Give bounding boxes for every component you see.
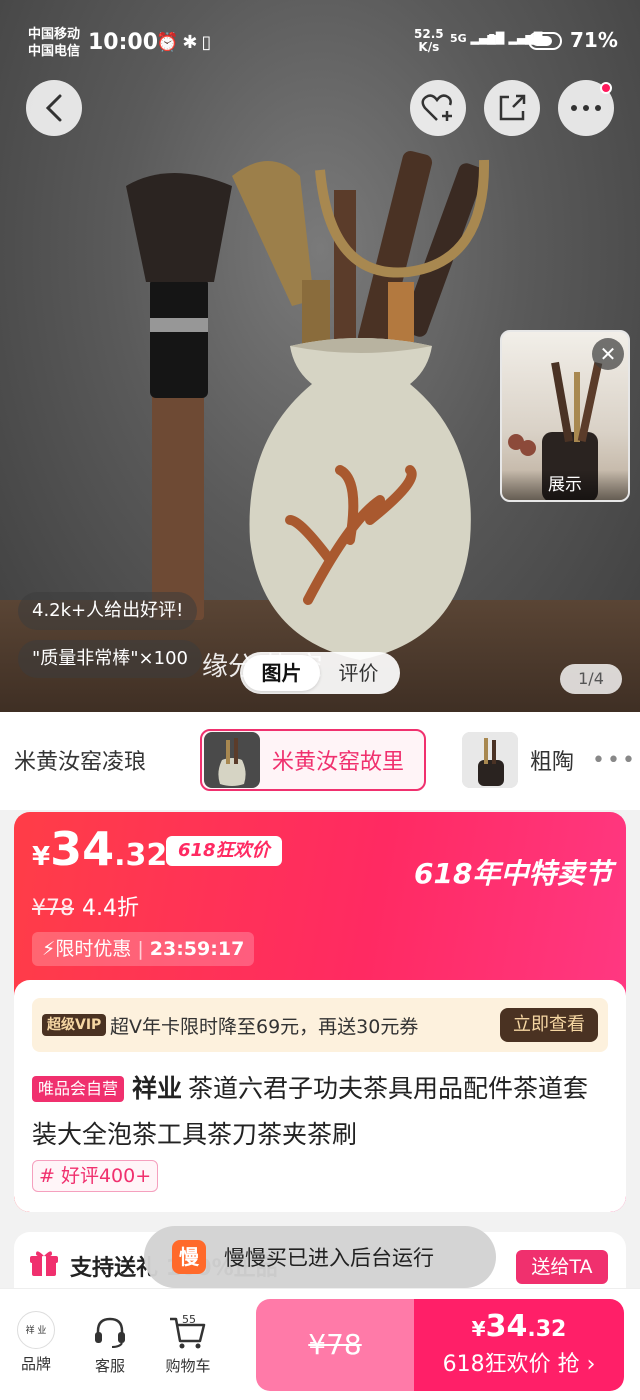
network-speed: 52.5 K/s xyxy=(414,28,444,54)
countdown-timer: 23:59:17 xyxy=(149,938,245,960)
vip-view-button[interactable]: 立即查看 xyxy=(500,1008,598,1042)
gift-icon xyxy=(30,1251,58,1276)
battery-icon xyxy=(528,32,562,50)
background-toast: 慢 慢慢买已进入后台运行 xyxy=(144,1226,496,1288)
back-arrow-icon xyxy=(45,94,62,122)
sale-price: ¥34.32 xyxy=(32,822,168,876)
send-gift-button[interactable]: 送给TA xyxy=(516,1250,608,1284)
customer-service-button[interactable]: 客服 xyxy=(80,1315,140,1376)
carrier-names: 中国移动 中国电信 xyxy=(28,26,80,60)
review-tag[interactable]: # 好评400+ xyxy=(32,1160,159,1192)
variant-label: 米黄汝窑凌琅 xyxy=(14,750,147,775)
app-icon: 慢 xyxy=(172,1240,206,1274)
more-variants-icon[interactable]: ••• xyxy=(592,748,637,773)
variant-option[interactable]: 米黄汝窑凌琅 xyxy=(14,729,146,791)
buy-button-group: ¥78 ¥34.32 618狂欢价 抢 › xyxy=(256,1299,624,1391)
product-image-gallery[interactable]: 中国移动 中国电信 10:00 ⏰✱▯ 52.5 K/s 5G ▂▄▆█ 5G … xyxy=(0,0,640,712)
limited-offer-badge: ⚡限时优惠 | 23:59:17 xyxy=(32,932,255,966)
carrier-1: 中国移动 xyxy=(28,27,81,42)
toast-text: 慢慢买已进入后台运行 xyxy=(224,1246,434,1270)
tab-images[interactable]: 图片 xyxy=(243,655,320,691)
variant-selector: 米黄汝窑凌琅 米黄汝窑故里 粗陶 ••• xyxy=(0,712,640,810)
net-speed-unit: K/s xyxy=(418,40,440,54)
brand-logo: 祥 业 xyxy=(17,1311,55,1349)
discount-label: 4.4折 xyxy=(82,896,139,921)
review-quote-bubble: "质量非常棒"×100 xyxy=(18,640,202,678)
vip-banner[interactable]: 超级VIP 超V年卡限时降至69元，再送30元券 立即查看 xyxy=(32,998,608,1052)
share-icon xyxy=(499,94,526,121)
brand-name[interactable]: 祥业 xyxy=(132,1074,182,1103)
buy-price: ¥34.32 xyxy=(471,1309,567,1344)
carrier-2: 中国电信 xyxy=(28,44,81,59)
cart-button[interactable]: 55 购物车 xyxy=(158,1313,218,1376)
bottom-bar: 祥 业 品牌 客服 55 购物车 ¥78 ¥34.32 618狂欢价 抢 › xyxy=(0,1288,640,1400)
product-title: 唯品会自营 祥业 茶道六君子功夫茶具用品配件茶道套装大全泡茶工具茶刀茶夹茶刷 xyxy=(32,1066,608,1158)
original-price: ¥78 xyxy=(32,896,74,921)
original-price-button[interactable]: ¥78 xyxy=(256,1299,414,1391)
product-info: 超级VIP 超V年卡限时降至69元，再送30元券 立即查看 唯品会自营 祥业 茶道六… xyxy=(14,980,626,1212)
battery-percent: 71% xyxy=(570,28,618,52)
video-preview[interactable]: ✕ 展示 xyxy=(500,330,630,502)
variant-option[interactable]: 粗陶 xyxy=(462,729,574,791)
bluetooth-icon: ✱ xyxy=(182,32,202,53)
variant-label: 米黄汝窑故里 xyxy=(272,750,405,775)
variant-label: 粗陶 xyxy=(530,750,575,775)
heart-plus-icon xyxy=(421,94,452,121)
festival-price-tag: 618狂欢价 xyxy=(166,836,282,866)
original-price-row: ¥78 4.4折 xyxy=(32,890,139,922)
price-card: ¥34.32 618狂欢价 618年中特卖节 ¥78 4.4折 ⚡限时优惠 | 23:… xyxy=(14,812,626,1212)
vip-text: 超V年卡限时降至69元，再送30元券 xyxy=(110,1016,419,1038)
notification-dot xyxy=(600,82,612,94)
vibrate-icon: ▯ xyxy=(201,32,216,53)
alarm-icon: ⏰ xyxy=(156,32,183,53)
buy-label: 618狂欢价 抢 › xyxy=(442,1352,596,1377)
brand-button[interactable]: 祥 业 品牌 xyxy=(6,1311,66,1374)
store-tag: 唯品会自营 xyxy=(32,1076,125,1102)
more-button[interactable] xyxy=(558,80,614,136)
festival-title: 618年中特卖节 xyxy=(414,857,613,890)
clock: 10:00 xyxy=(88,30,159,55)
media-tabs: 图片 评价 xyxy=(240,652,400,694)
tab-reviews[interactable]: 评价 xyxy=(320,655,397,691)
lightning-icon: ⚡ xyxy=(42,938,56,960)
cart-label: 购物车 xyxy=(165,1357,211,1375)
close-icon[interactable]: ✕ xyxy=(592,338,624,370)
status-icons: ⏰✱▯ xyxy=(156,32,215,53)
variant-thumbnail xyxy=(204,732,260,788)
variant-option-selected[interactable]: 米黄汝窑故里 xyxy=(200,729,427,791)
buy-now-button[interactable]: ¥34.32 618狂欢价 抢 › xyxy=(414,1299,624,1391)
status-bar: 中国移动 中国电信 10:00 ⏰✱▯ 52.5 K/s 5G ▂▄▆█ 5G … xyxy=(0,20,640,66)
share-button[interactable] xyxy=(484,80,540,136)
more-dots-icon xyxy=(571,105,601,111)
variant-thumbnail xyxy=(462,732,518,788)
inset-label: 展示 xyxy=(502,470,628,500)
vip-badge: 超级VIP xyxy=(42,1014,107,1036)
headset-icon xyxy=(95,1317,125,1348)
image-counter: 1/4 xyxy=(560,664,622,694)
brand-label: 品牌 xyxy=(20,1355,51,1373)
cart-count: 55 xyxy=(182,1313,196,1326)
back-button[interactable] xyxy=(26,80,82,136)
favorite-button[interactable] xyxy=(410,80,466,136)
service-label: 客服 xyxy=(94,1357,125,1375)
review-count-bubble: 4.2k+人给出好评! xyxy=(18,592,198,630)
